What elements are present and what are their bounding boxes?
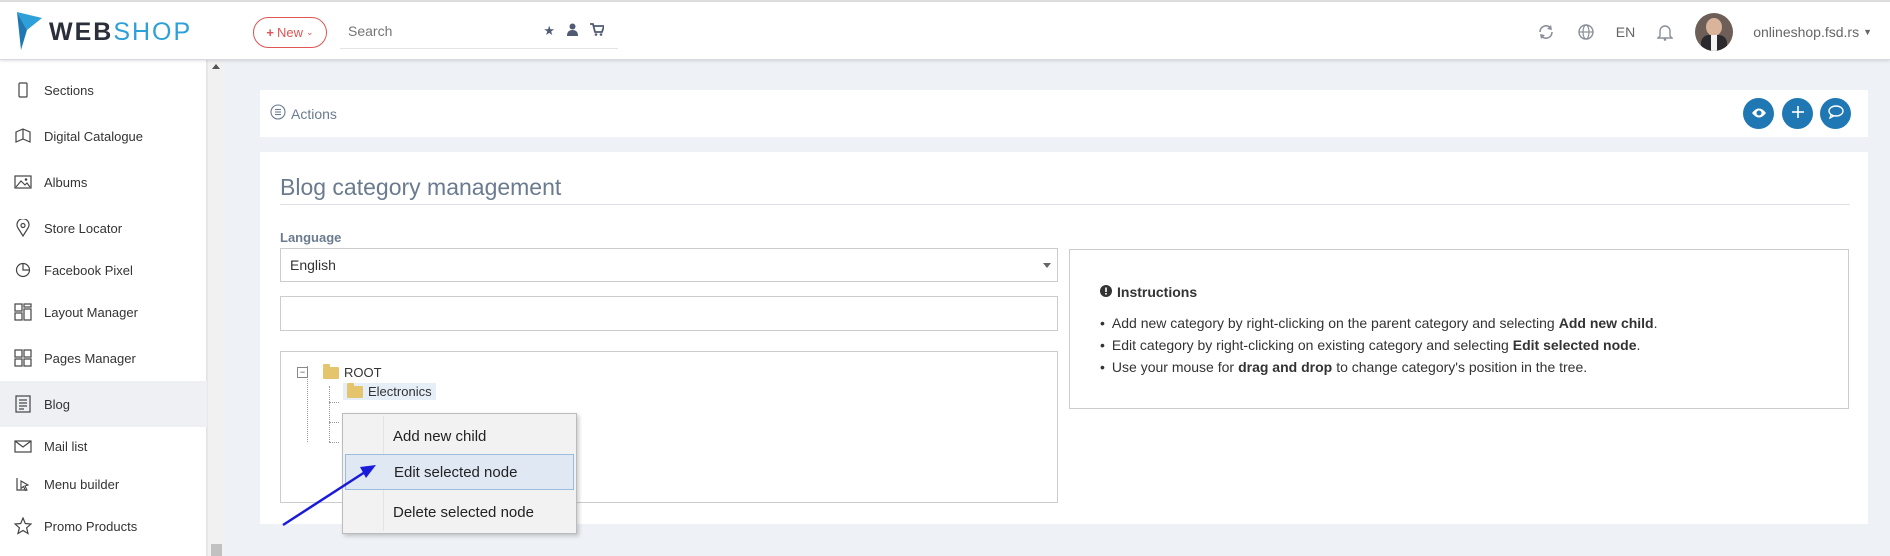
image-icon [13, 172, 33, 192]
sidebar-item-label: Sections [44, 82, 94, 98]
sidebar-item-promo-products[interactable]: Promo Products [0, 504, 207, 548]
menu-item-delete-selected-node[interactable]: Delete selected node [343, 494, 576, 530]
tree-node-electronics[interactable]: Electronics [343, 382, 436, 400]
globe-icon[interactable] [1576, 22, 1596, 42]
language-label: Language [280, 230, 342, 245]
eye-icon [1751, 106, 1767, 122]
location-icon [13, 218, 33, 238]
site-name: onlineshop.fsd.rs [1753, 24, 1860, 40]
user-icon[interactable] [567, 23, 578, 39]
sidebar-item-label: Pages Manager [44, 350, 136, 366]
star-icon[interactable]: ★ [543, 23, 555, 39]
sidebar-item-label: Mail list [44, 438, 88, 454]
sidebar-item-label: Albums [44, 174, 88, 190]
logo-mark-icon [17, 12, 42, 50]
site-selector[interactable]: onlineshop.fsd.rs ▼ [1753, 24, 1872, 40]
sidebar-item-menu-builder[interactable]: Menu builder [0, 462, 207, 506]
sidebar-item-label: Blog [44, 396, 71, 412]
top-bar: WEBSHOP + New ⌄ ★ EN [0, 0, 1890, 60]
title-divider [280, 204, 1850, 205]
scroll-up-arrow-icon[interactable] [212, 64, 220, 69]
instructions-box: Instructions Add new category by right-c… [1069, 249, 1849, 409]
chevron-down-icon: ⌄ [306, 27, 314, 37]
catalogue-icon [13, 126, 33, 146]
instruction-item: Edit category by right-clicking on exist… [1100, 334, 1658, 356]
sidebar-item-label: Digital Catalogue [44, 128, 144, 144]
cart-icon[interactable] [590, 23, 606, 39]
mail-icon [13, 436, 33, 456]
language-select[interactable]: English [280, 248, 1058, 282]
sidebar-item-label: Promo Products [44, 518, 138, 534]
search-bar: ★ [340, 15, 618, 49]
tree-node-root[interactable]: ROOT [323, 363, 382, 380]
actions-menu[interactable]: Actions [270, 104, 337, 123]
exclamation-circle-icon [1100, 284, 1112, 300]
refresh-icon[interactable] [1536, 22, 1556, 42]
actions-bar: Actions [260, 90, 1868, 137]
pages-icon [13, 348, 33, 368]
sidebar-item-facebook-pixel[interactable]: Facebook Pixel [0, 248, 207, 292]
sidebar-item-layout-manager[interactable]: Layout Manager [0, 290, 207, 334]
plus-icon [1791, 105, 1805, 122]
collapse-toggle-icon[interactable]: − [297, 367, 308, 378]
pie-chart-icon [13, 260, 33, 280]
caret-down-icon: ▼ [1863, 27, 1872, 37]
tree-guide-line [329, 402, 339, 403]
layout-icon [13, 302, 33, 322]
page-title: Blog category management [280, 174, 562, 200]
star-icon [13, 516, 33, 536]
tree-node-label: ROOT [344, 365, 382, 380]
context-menu: Add new child Edit selected node Delete … [342, 413, 577, 534]
add-button[interactable] [1782, 98, 1813, 129]
new-button-label: New [277, 25, 304, 40]
sidebar-item-label: Menu builder [44, 476, 120, 492]
list-circle-icon [270, 104, 286, 123]
scroll-thumb[interactable] [211, 544, 222, 556]
caret-down-icon [1043, 263, 1051, 268]
sidebar: Sections Digital Catalogue Albums Store … [0, 60, 207, 556]
tree-guide-line [329, 442, 339, 443]
language-value: English [290, 257, 336, 273]
sidebar-scrollbar[interactable] [207, 60, 224, 556]
instructions-title: Instructions [1100, 284, 1197, 300]
sidebar-item-store-locator[interactable]: Store Locator [0, 206, 207, 250]
sidebar-item-albums[interactable]: Albums [0, 160, 207, 204]
search-input[interactable] [340, 15, 530, 47]
sidebar-item-label: Layout Manager [44, 304, 138, 320]
folder-icon [323, 363, 339, 379]
bell-icon[interactable] [1655, 22, 1675, 42]
preview-button[interactable] [1743, 98, 1774, 129]
folder-icon [347, 382, 363, 398]
tree-guide-line [329, 386, 330, 442]
logo-text: WEBSHOP [49, 17, 193, 46]
instructions-title-text: Instructions [1117, 284, 1198, 300]
new-button[interactable]: + New ⌄ [253, 17, 327, 48]
sidebar-item-label: Facebook Pixel [44, 262, 133, 278]
sidebar-item-pages-manager[interactable]: Pages Manager [0, 336, 207, 380]
sidebar-item-digital-catalogue[interactable]: Digital Catalogue [0, 114, 207, 158]
logo[interactable]: WEBSHOP [15, 12, 192, 52]
search-shortcuts: ★ [543, 23, 606, 39]
menu-item-edit-selected-node[interactable]: Edit selected node [345, 454, 574, 490]
plus-icon: + [266, 25, 275, 40]
actions-label: Actions [291, 105, 337, 122]
instruction-item: Use your mouse fordrag and dropto change… [1100, 356, 1658, 378]
comment-icon [1827, 105, 1844, 122]
header-tools: EN onlineshop.fsd.rs ▼ [1536, 13, 1872, 51]
language-switch[interactable]: EN [1616, 24, 1635, 40]
instructions-list: Add new category by right-clicking on th… [1100, 312, 1658, 378]
tree-node-label: Electronics [368, 384, 432, 399]
avatar[interactable] [1695, 13, 1734, 51]
sidebar-item-label: Store Locator [44, 220, 123, 236]
blog-icon [13, 394, 33, 414]
menu-builder-icon [13, 474, 33, 494]
menu-item-add-new-child[interactable]: Add new child [343, 418, 576, 454]
instruction-item: Add new category by right-clicking on th… [1100, 312, 1658, 334]
sidebar-item-sections[interactable]: Sections [0, 68, 207, 112]
tree-search-input[interactable] [280, 296, 1058, 331]
comment-button[interactable] [1820, 98, 1851, 129]
sidebar-item-blog[interactable]: Blog [0, 381, 207, 427]
tree-guide-line [329, 422, 339, 423]
tablet-icon [13, 80, 33, 100]
